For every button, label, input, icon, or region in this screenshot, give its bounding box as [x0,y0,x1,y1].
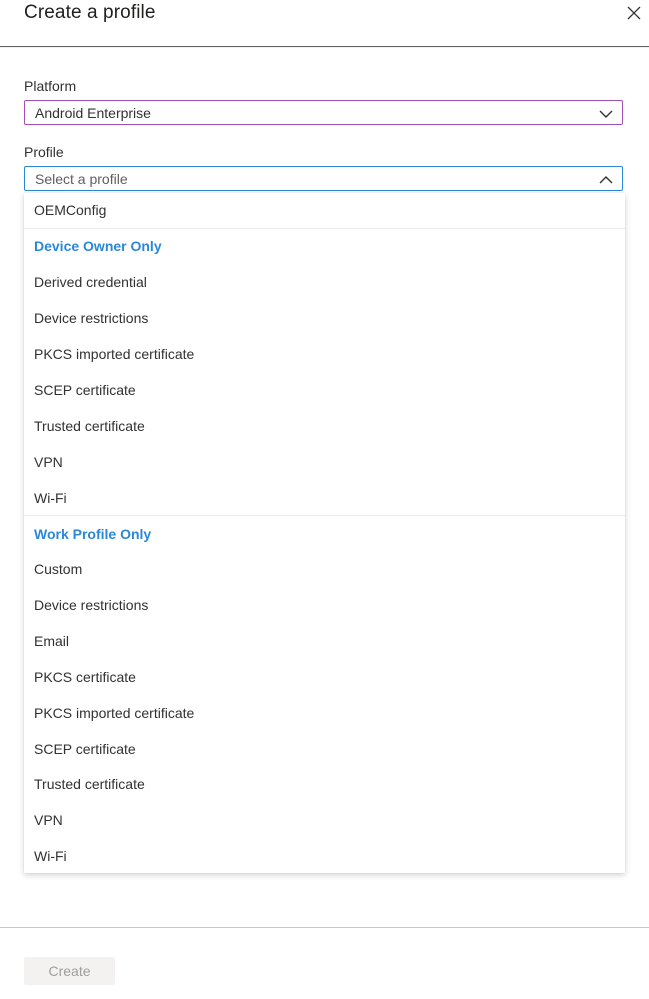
option-email[interactable]: Email [24,624,625,658]
panel-header: Create a profile [0,0,649,47]
profile-label: Profile [24,144,64,160]
option-scep-certificate[interactable]: SCEP certificate [24,732,625,766]
close-icon[interactable] [625,4,643,22]
profile-select[interactable]: Select a profile [24,166,623,191]
option-pkcs-imported-certificate[interactable]: PKCS imported certificate [24,337,625,371]
option-oemconfig[interactable]: OEMConfig [24,193,625,227]
option-vpn[interactable]: VPN [24,803,625,837]
platform-label: Platform [24,78,77,94]
option-vpn[interactable]: VPN [24,445,625,479]
create-button[interactable]: Create [24,957,115,985]
platform-value: Android Enterprise [35,105,151,121]
group-divider [24,515,625,516]
option-device-restrictions[interactable]: Device restrictions [24,588,625,622]
platform-select[interactable]: Android Enterprise [24,100,623,125]
group-heading-work-profile: Work Profile Only [34,526,152,542]
footer-divider [0,927,649,928]
option-device-restrictions[interactable]: Device restrictions [24,301,625,335]
group-heading-device-owner: Device Owner Only [34,238,162,254]
option-pkcs-imported-certificate[interactable]: PKCS imported certificate [24,696,625,730]
option-trusted-certificate[interactable]: Trusted certificate [24,409,625,443]
option-pkcs-certificate[interactable]: PKCS certificate [24,660,625,694]
option-wifi[interactable]: Wi-Fi [24,481,625,515]
profile-dropdown-list: OEMConfig Device Owner Only Derived cred… [24,193,625,873]
option-custom[interactable]: Custom [24,552,625,586]
panel-title: Create a profile [24,2,156,23]
option-trusted-certificate[interactable]: Trusted certificate [24,767,625,801]
option-scep-certificate[interactable]: SCEP certificate [24,373,625,407]
chevron-down-icon [598,107,614,119]
option-derived-credential[interactable]: Derived credential [24,265,625,299]
profile-placeholder: Select a profile [35,171,128,187]
chevron-up-icon [598,173,614,185]
option-wifi[interactable]: Wi-Fi [24,839,625,873]
